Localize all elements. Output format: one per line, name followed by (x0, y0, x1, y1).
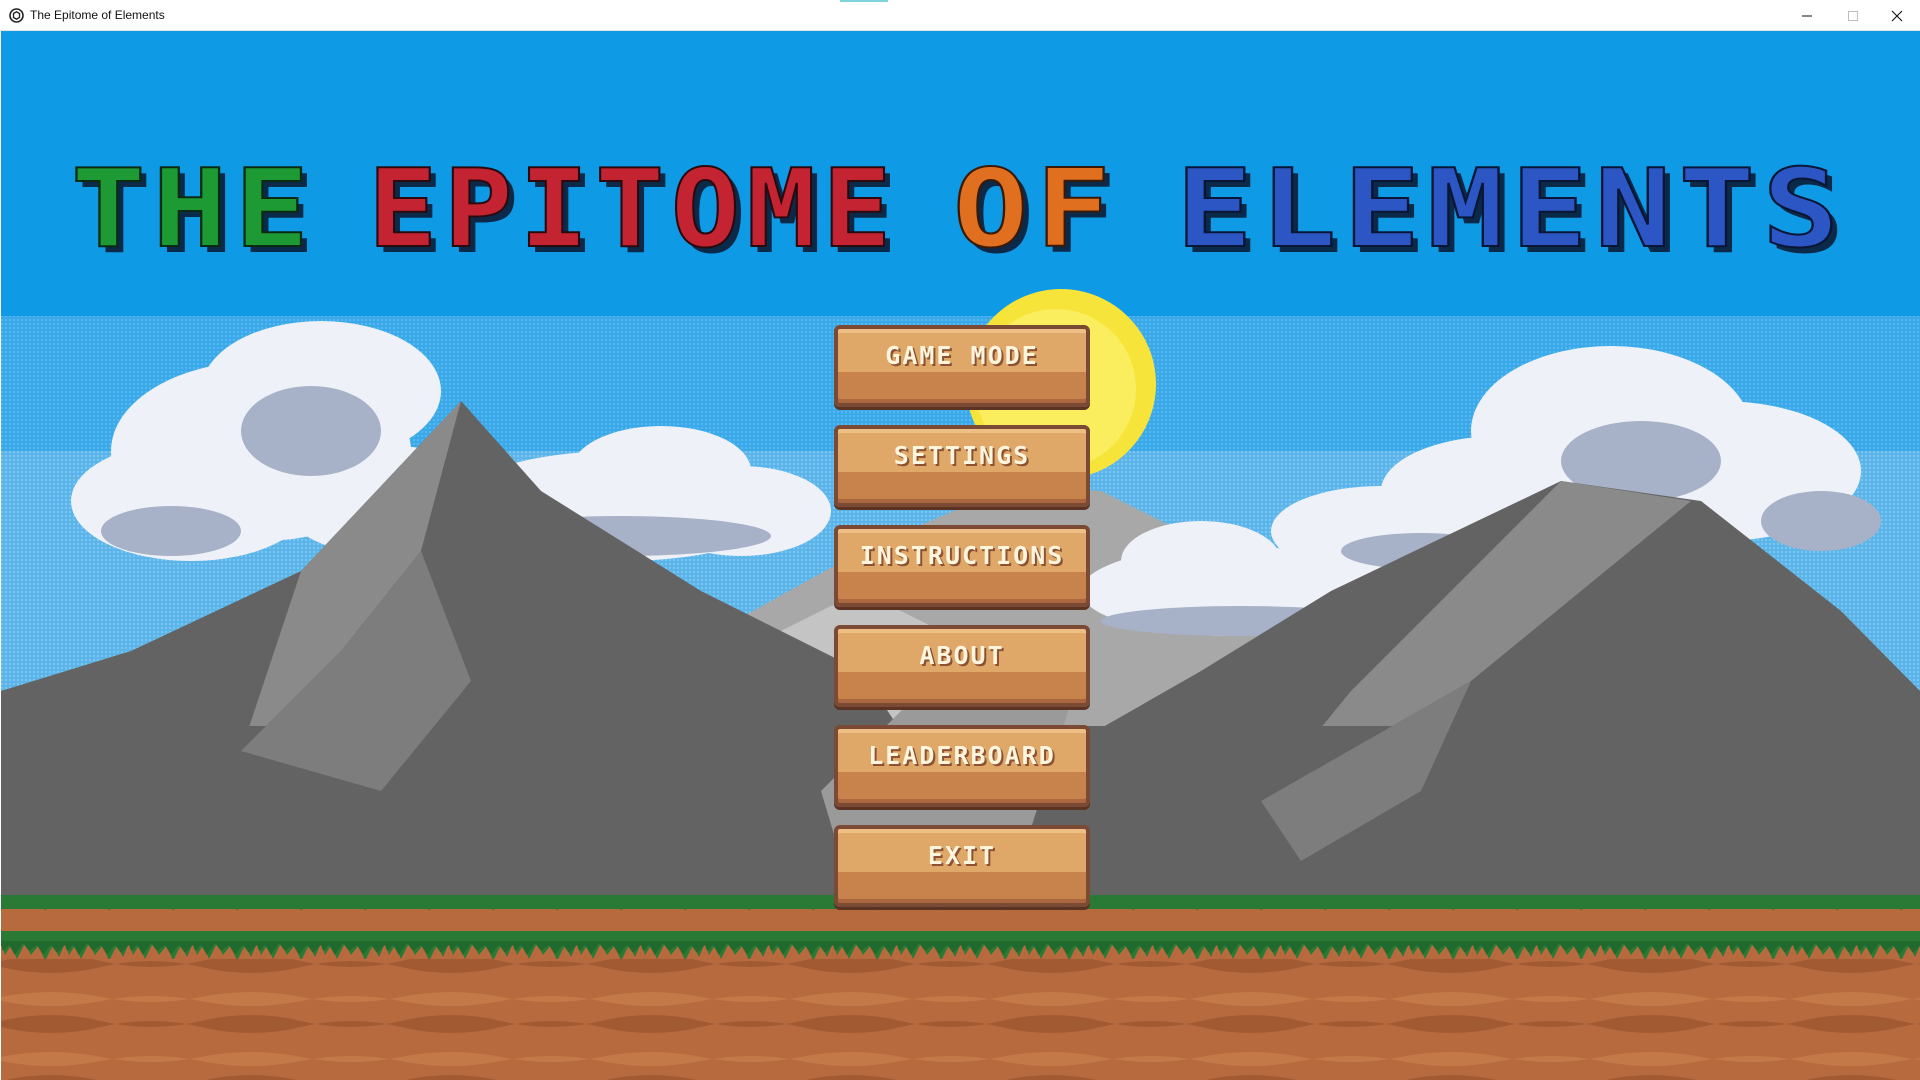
game-mode-button[interactable]: GAME MODE (834, 325, 1090, 407)
app-icon (9, 8, 24, 23)
button-label: SETTINGS (893, 441, 1031, 470)
maximize-button[interactable] (1830, 0, 1876, 31)
leaderboard-button[interactable]: LEADERBOARD (834, 725, 1090, 807)
button-label: LEADERBOARD (868, 741, 1056, 770)
title-word-epitome: EPITOME (368, 147, 898, 272)
window-title: The Epitome of Elements (30, 8, 165, 22)
window-title-bar: The Epitome of Elements (0, 0, 1920, 31)
button-label: INSTRUCTIONS (859, 541, 1065, 570)
maximize-icon (1848, 10, 1858, 21)
dirt (1, 959, 1920, 1080)
game-title: THETHE EPITOMEEPITOME OFOF ELEMENTSELEME… (70, 146, 1846, 278)
settings-button[interactable]: SETTINGS (834, 425, 1090, 507)
about-button[interactable]: ABOUT (834, 625, 1090, 707)
button-label: GAME MODE (885, 341, 1039, 370)
close-icon (1891, 10, 1903, 21)
title-word-the: THE (71, 147, 316, 272)
button-label: ABOUT (919, 641, 1005, 670)
title-word-of: OF (953, 147, 1118, 272)
exit-button[interactable]: EXIT (834, 825, 1090, 907)
grass-edge (1, 909, 1920, 959)
minimize-icon (1802, 15, 1812, 16)
game-canvas: THE THE EPITOME EPITOME OF OF ELEMENTS ELEME… (1, 31, 1920, 1080)
minimize-button[interactable] (1784, 0, 1830, 31)
title-word-elements: ELEMENTS (1176, 147, 1846, 272)
button-label: EXIT (927, 841, 997, 870)
instructions-button[interactable]: INSTRUCTIONS (834, 525, 1090, 607)
title-bar-accent (840, 0, 888, 2)
close-button[interactable] (1874, 0, 1920, 31)
